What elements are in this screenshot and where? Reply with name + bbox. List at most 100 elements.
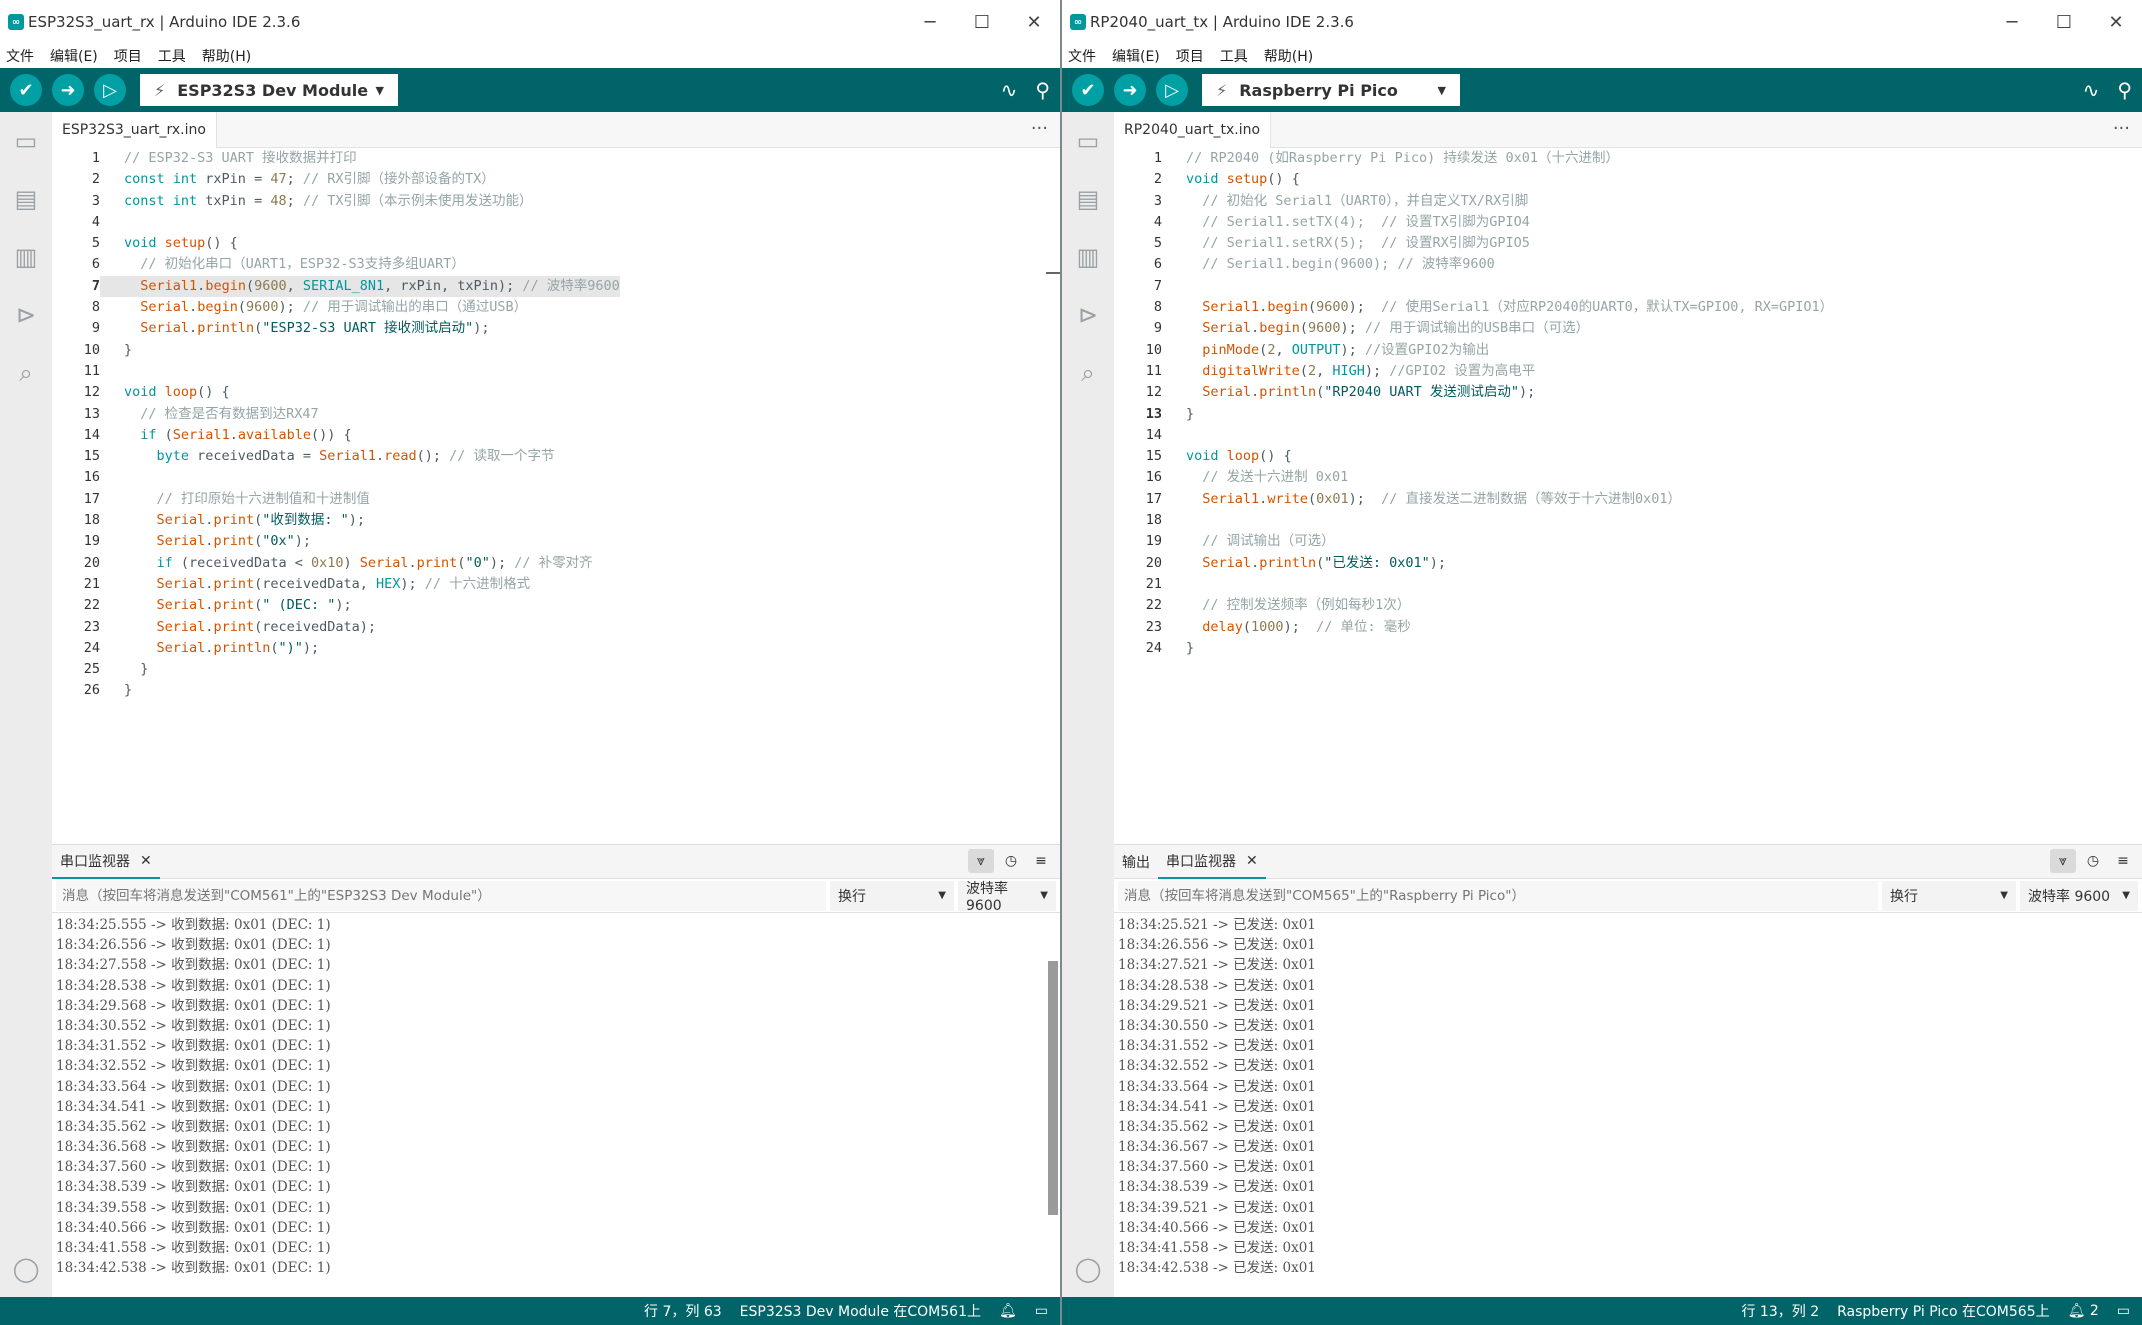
code-line[interactable]: 3 // 初始化 Serial1（UART0），并自定义TX/RX引脚 bbox=[1114, 191, 2142, 212]
close-icon[interactable]: ✕ bbox=[140, 853, 152, 869]
code-line[interactable]: 7 Serial1.begin(9600, SERIAL_8N1, rxPin,… bbox=[52, 275, 1060, 298]
code-line[interactable]: 14 if (Serial1.available()) { bbox=[52, 425, 1060, 446]
boards-manager-icon[interactable]: ▤ bbox=[1062, 170, 1114, 228]
code-line[interactable]: 1 // RP2040 (如Raspberry Pi Pico) 持续发送 0x0… bbox=[1114, 148, 2142, 169]
editor-scrollbar[interactable] bbox=[1046, 272, 1060, 274]
code-line[interactable]: 25 } bbox=[52, 659, 1060, 680]
maximize-button[interactable]: ☐ bbox=[956, 12, 1008, 33]
code-line[interactable]: 4 // Serial1.setTX(4); // 设置TX引脚为GPIO4 bbox=[1114, 212, 2142, 233]
file-tab[interactable]: ESP32S3_uart_rx.ino bbox=[52, 111, 217, 148]
profile-icon[interactable]: ◯ bbox=[1062, 1255, 1114, 1283]
menu-help[interactable]: 帮助(H) bbox=[202, 46, 251, 66]
code-line[interactable]: 11 digitalWrite(2, HIGH); //GPIO2 设置为高电平 bbox=[1114, 361, 2142, 382]
code-line[interactable]: 21 bbox=[1114, 574, 2142, 595]
more-icon[interactable]: ··· bbox=[2113, 118, 2130, 139]
library-manager-icon[interactable]: ▥ bbox=[0, 228, 52, 286]
file-tab[interactable]: RP2040_uart_tx.ino bbox=[1114, 111, 1272, 148]
panel-toggle-icon[interactable]: ▭ bbox=[1035, 1303, 1048, 1319]
menu-edit[interactable]: 编辑(E) bbox=[1112, 46, 1160, 66]
verify-button[interactable]: ✔ bbox=[1072, 74, 1104, 106]
code-line[interactable]: 16 bbox=[52, 467, 1060, 488]
debug-button[interactable]: ▷ bbox=[1156, 74, 1188, 106]
code-line[interactable]: 21 Serial.print(receivedData, HEX); // 十… bbox=[52, 574, 1060, 595]
menu-tools[interactable]: 工具 bbox=[1220, 46, 1248, 66]
code-line[interactable]: 3 const int txPin = 48; // TX引脚（本示例未使用发送功… bbox=[52, 191, 1060, 212]
code-line[interactable]: 24} bbox=[1114, 638, 2142, 659]
debug-panel-icon[interactable]: ⊳ bbox=[1062, 286, 1114, 344]
code-line[interactable]: 18 Serial.print("收到数据: "); bbox=[52, 510, 1060, 531]
code-line[interactable]: 5 void setup() { bbox=[52, 233, 1060, 254]
close-button[interactable]: ✕ bbox=[1008, 12, 1060, 33]
serial-monitor-icon[interactable]: ⚲ bbox=[1035, 78, 1050, 102]
minimize-button[interactable]: ─ bbox=[1986, 12, 2038, 33]
code-line[interactable]: 12 Serial.println("RP2040 UART 发送测试启动"); bbox=[1114, 382, 2142, 403]
line-ending-select[interactable]: 换行 ▼ bbox=[1882, 880, 2016, 911]
tab-serial-monitor[interactable]: 串口监视器 ✕ bbox=[52, 845, 160, 879]
menu-edit[interactable]: 编辑(E) bbox=[50, 46, 98, 66]
board-selector[interactable]: ⚡ Raspberry Pi Pico ▼ bbox=[1202, 74, 1460, 106]
code-editor[interactable]: 1 // ESP32-S3 UART 接收数据并打印 2 const int rxPi… bbox=[52, 148, 1060, 844]
tab-serial-monitor[interactable]: 串口监视器 ✕ bbox=[1158, 845, 1266, 879]
code-line[interactable]: 7 bbox=[1114, 276, 2142, 297]
code-line[interactable]: 16 // 发送十六进制 0x01 bbox=[1114, 467, 2142, 488]
line-ending-select[interactable]: 换行 ▼ bbox=[830, 880, 954, 911]
serial-output[interactable]: 18:34:25.555 -> 收到数据: 0x01 (DEC: 1) 18:34… bbox=[52, 915, 1060, 1297]
code-line[interactable]: 11 bbox=[52, 361, 1060, 382]
code-line[interactable]: 10 pinMode(2, OUTPUT); //设置GPIO2为输出 bbox=[1114, 340, 2142, 361]
code-line[interactable]: 24 Serial.println(")"); bbox=[52, 638, 1060, 659]
code-editor[interactable]: 1 // RP2040 (如Raspberry Pi Pico) 持续发送 0x0… bbox=[1114, 148, 2142, 844]
code-line[interactable]: 9 Serial.begin(9600); // 用于调试输出的USB串口（可选… bbox=[1114, 318, 2142, 339]
code-line[interactable]: 22 // 控制发送频率（例如每秒1次） bbox=[1114, 595, 2142, 616]
code-line[interactable]: 20 if (receivedData < 0x10) Serial.print… bbox=[52, 553, 1060, 574]
serial-scrollbar[interactable] bbox=[1048, 961, 1058, 1215]
menu-sketch[interactable]: 项目 bbox=[1176, 46, 1204, 66]
sketchbook-icon[interactable]: ▭ bbox=[1062, 112, 1114, 170]
code-line[interactable]: 23 delay(1000); // 单位: 毫秒 bbox=[1114, 617, 2142, 638]
debug-panel-icon[interactable]: ⊳ bbox=[0, 286, 52, 344]
code-line[interactable]: 12 void loop() { bbox=[52, 382, 1060, 403]
close-button[interactable]: ✕ bbox=[2090, 12, 2142, 33]
panel-toggle-icon[interactable]: ▭ bbox=[2117, 1303, 2130, 1319]
code-line[interactable]: 15 byte receivedData = Serial1.read(); /… bbox=[52, 446, 1060, 467]
timestamp-icon[interactable]: ◷ bbox=[2080, 849, 2106, 873]
code-line[interactable]: 6 // 初始化串口（UART1，ESP32-S3支持多组UART） bbox=[52, 254, 1060, 275]
message-input[interactable] bbox=[56, 880, 826, 911]
autoscroll-icon[interactable]: ⩔ bbox=[2050, 849, 2076, 873]
upload-button[interactable]: ➜ bbox=[52, 74, 84, 106]
code-line[interactable]: 18 bbox=[1114, 510, 2142, 531]
clear-output-icon[interactable]: ≡ bbox=[1028, 849, 1054, 873]
board-selector[interactable]: ⚡ ESP32S3 Dev Module ▼ bbox=[140, 74, 398, 106]
close-icon[interactable]: ✕ bbox=[1246, 853, 1258, 869]
minimize-button[interactable]: ─ bbox=[904, 12, 956, 33]
baud-rate-select[interactable]: 波特率 9600 ▼ bbox=[958, 880, 1056, 914]
serial-plotter-icon[interactable]: ∿ bbox=[1001, 78, 1018, 102]
code-line[interactable]: 15 void loop() { bbox=[1114, 446, 2142, 467]
code-line[interactable]: 22 Serial.print(" (DEC: "); bbox=[52, 595, 1060, 616]
code-line[interactable]: 5 // Serial1.setRX(5); // 设置RX引脚为GPIO5 bbox=[1114, 233, 2142, 254]
board-port-status[interactable]: Raspberry Pi Pico 在COM565上 bbox=[1837, 1301, 2050, 1321]
cursor-position[interactable]: 行 7，列 63 bbox=[644, 1301, 722, 1321]
clear-output-icon[interactable]: ≡ bbox=[2110, 849, 2136, 873]
serial-monitor-icon[interactable]: ⚲ bbox=[2117, 78, 2132, 102]
notification-icon[interactable]: 🔔︎ 2 bbox=[2068, 1303, 2099, 1319]
code-line[interactable]: 9 Serial.println("ESP32-S3 UART 接收测试启动")… bbox=[52, 318, 1060, 339]
search-icon[interactable]: ⌕ bbox=[0, 344, 52, 402]
code-line[interactable]: 6 // Serial1.begin(9600); // 波特率9600 bbox=[1114, 254, 2142, 275]
menu-tools[interactable]: 工具 bbox=[158, 46, 186, 66]
boards-manager-icon[interactable]: ▤ bbox=[0, 170, 52, 228]
code-line[interactable]: 23 Serial.print(receivedData); bbox=[52, 617, 1060, 638]
serial-plotter-icon[interactable]: ∿ bbox=[2083, 78, 2100, 102]
code-line[interactable]: 19 Serial.print("0x"); bbox=[52, 531, 1060, 552]
code-line[interactable]: 13 // 检查是否有数据到达RX47 bbox=[52, 404, 1060, 425]
code-line[interactable]: 8 Serial.begin(9600); // 用于调试输出的串口（通过USB… bbox=[52, 297, 1060, 318]
code-line[interactable]: 2 void setup() { bbox=[1114, 169, 2142, 190]
baud-rate-select[interactable]: 波特率 9600 ▼ bbox=[2020, 880, 2138, 911]
code-line[interactable]: 17 // 打印原始十六进制值和十进制值 bbox=[52, 489, 1060, 510]
menu-file[interactable]: 文件 bbox=[1068, 46, 1096, 66]
timestamp-icon[interactable]: ◷ bbox=[998, 849, 1024, 873]
menu-sketch[interactable]: 项目 bbox=[114, 46, 142, 66]
message-input[interactable] bbox=[1118, 880, 1878, 911]
menu-help[interactable]: 帮助(H) bbox=[1264, 46, 1313, 66]
more-icon[interactable]: ··· bbox=[1031, 118, 1048, 139]
code-line[interactable]: 8 Serial1.begin(9600); // 使用Serial1（对应RP… bbox=[1114, 297, 2142, 318]
